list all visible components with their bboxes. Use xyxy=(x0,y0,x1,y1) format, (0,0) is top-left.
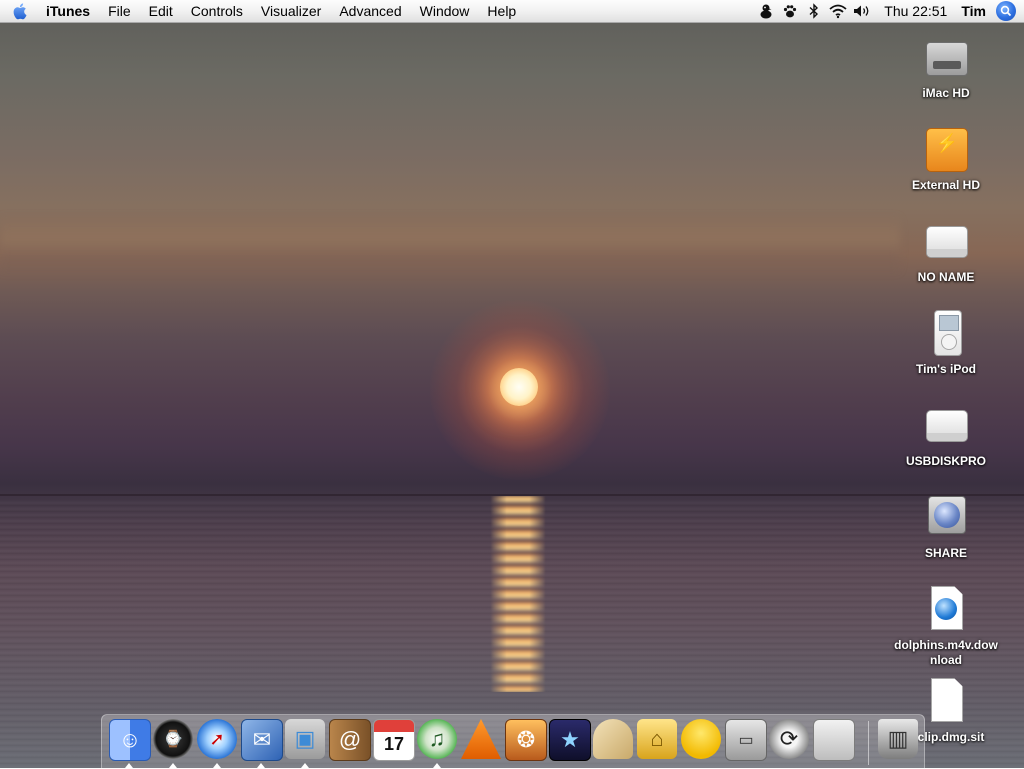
menu-extras: Thu 22:51 Tim xyxy=(754,0,1024,22)
trash-icon[interactable]: ▥ xyxy=(878,719,918,759)
desktop-icon-label: iMac HD xyxy=(922,86,970,100)
dock-separator xyxy=(868,721,869,765)
desktop-icon-label: SHARE xyxy=(924,546,967,560)
menu-controls[interactable]: Controls xyxy=(182,0,252,22)
desktop-icon-share[interactable]: SHARE xyxy=(891,492,1001,561)
vlc-icon[interactable] xyxy=(461,719,501,759)
mail-icon[interactable]: ✉ xyxy=(241,719,283,761)
desktop-icon-label: External HD xyxy=(911,178,981,192)
desktop-icon-label: dolphins.m4v.download xyxy=(894,638,998,667)
running-indicator xyxy=(125,763,133,768)
ical-icon[interactable]: 17 xyxy=(373,719,415,761)
desktop-icon-no-name[interactable]: NO NAME xyxy=(891,216,1001,285)
system-preferences-icon[interactable] xyxy=(813,719,855,761)
menu-clock[interactable]: Thu 22:51 xyxy=(874,3,955,19)
desktop-wallpaper xyxy=(0,0,1024,768)
running-indicator xyxy=(433,763,441,768)
wifi-icon[interactable] xyxy=(828,0,848,22)
document-icon xyxy=(922,676,970,724)
dashboard-icon[interactable]: ⌚ xyxy=(153,719,193,759)
removable-drive-icon xyxy=(922,400,970,448)
bluetooth-icon[interactable] xyxy=(804,0,824,22)
menu-visualizer[interactable]: Visualizer xyxy=(252,0,330,22)
desktop-icon-usbdiskpro[interactable]: USBDISKPRO xyxy=(891,400,1001,469)
taco-icon[interactable] xyxy=(593,719,633,759)
removable-drive-icon xyxy=(922,216,970,264)
apple-icon xyxy=(13,3,27,20)
sync-icon[interactable]: ⟳ xyxy=(769,719,809,759)
menu-app-name[interactable]: iTunes xyxy=(42,0,99,22)
desktop-icon-external-hd[interactable]: External HD xyxy=(891,124,1001,193)
menu-help[interactable]: Help xyxy=(478,0,525,22)
itunes-icon[interactable]: ♫ xyxy=(417,719,457,759)
desktop-icon-imac-hd[interactable]: iMac HD xyxy=(891,32,1001,101)
running-indicator xyxy=(301,763,309,768)
download-file-icon xyxy=(922,584,970,632)
menu-edit[interactable]: Edit xyxy=(140,0,182,22)
apple-menu[interactable] xyxy=(0,2,42,20)
menu-advanced[interactable]: Advanced xyxy=(330,0,410,22)
running-indicator xyxy=(257,763,265,768)
duck-icon[interactable] xyxy=(681,719,721,759)
menu-user[interactable]: Tim xyxy=(955,3,996,19)
dock: ☺ ⌚ ➚ ✉ ▣ @ 17 ♫ ❂ ★ ⌂ ▭ ⟳ ▥ xyxy=(101,714,925,769)
sun xyxy=(500,368,538,406)
spotlight-icon[interactable] xyxy=(996,1,1016,21)
adium-duck-icon[interactable] xyxy=(756,0,776,22)
lock-icon[interactable]: ⌂ xyxy=(637,719,677,759)
finder-icon[interactable]: ☺ xyxy=(109,719,151,761)
ipod-icon xyxy=(922,308,970,356)
desktop-icon-ipod[interactable]: Tim's iPod xyxy=(891,308,1001,377)
menu-file[interactable]: File xyxy=(99,0,140,22)
address-book-icon[interactable]: @ xyxy=(329,719,371,761)
imovie-icon[interactable]: ★ xyxy=(549,719,591,761)
cloud-band xyxy=(0,215,900,275)
running-indicator xyxy=(213,763,221,768)
desktop-icon-label: Tim's iPod xyxy=(916,362,976,376)
menu-window[interactable]: Window xyxy=(411,0,479,22)
network-volume-icon xyxy=(922,492,970,540)
desktop-icon-dolphins-download[interactable]: dolphins.m4v.download xyxy=(891,584,1001,668)
hard-drive-icon xyxy=(922,32,970,80)
paw-icon[interactable] xyxy=(780,0,800,22)
desktop-icon-label: NO NAME xyxy=(917,270,975,284)
iphoto-icon[interactable]: ❂ xyxy=(505,719,547,761)
safari-icon[interactable]: ➚ xyxy=(197,719,237,759)
menu-bar: iTunes File Edit Controls Visualizer Adv… xyxy=(0,0,1024,23)
sun-reflection xyxy=(490,496,546,692)
external-drive-icon xyxy=(922,124,970,172)
ichat-icon[interactable]: ▣ xyxy=(285,719,325,759)
volume-icon[interactable] xyxy=(852,0,872,22)
desktop-icon-label: USBDISKPRO xyxy=(905,454,986,468)
ical-date: 17 xyxy=(383,733,405,754)
running-indicator xyxy=(169,763,177,768)
disk-utility-icon[interactable]: ▭ xyxy=(725,719,767,761)
